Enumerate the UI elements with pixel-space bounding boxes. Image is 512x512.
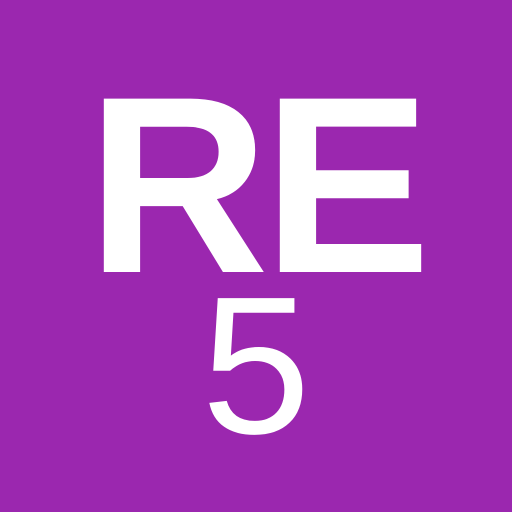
app-icon-tile: RE 5	[0, 0, 512, 512]
icon-number: 5	[201, 256, 311, 475]
